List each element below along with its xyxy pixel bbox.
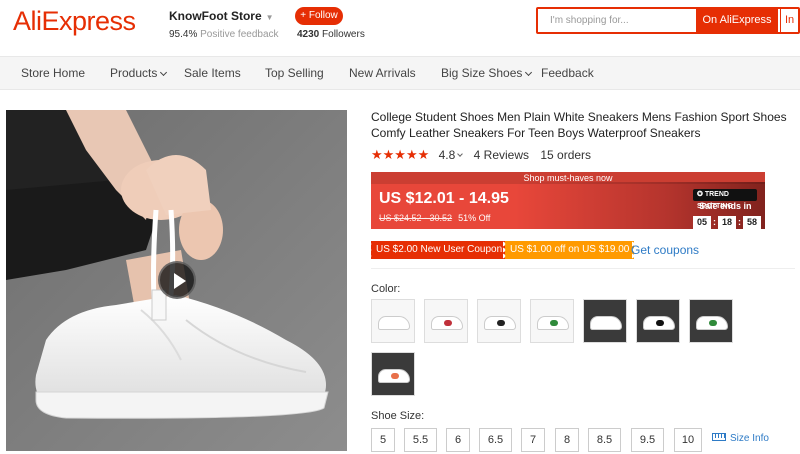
shoe-thumbnail — [696, 316, 728, 330]
original-price-text: US $24.52 - 30.52 — [379, 213, 453, 223]
search-in-store-button[interactable]: In — [780, 9, 798, 32]
shoe-thumbnail — [378, 316, 410, 330]
accent-mark — [550, 320, 558, 326]
store-header: AliExpress KnowFoot Store ▼ 95.4% Positiv… — [0, 0, 800, 50]
promo-header: Shop must-haves now — [371, 172, 765, 184]
follow-button[interactable]: + Follow — [295, 7, 343, 25]
nav-products-label: Products — [110, 66, 158, 80]
color-label: Color: — [371, 283, 401, 295]
search-aliexpress-button[interactable]: On AliExpress — [696, 9, 778, 32]
timer-separator: : — [738, 217, 741, 227]
color-swatch-white-green[interactable] — [530, 299, 574, 343]
shoe-thumbnail — [431, 316, 463, 330]
get-coupons-link[interactable]: Get coupons — [631, 243, 699, 257]
new-user-coupon[interactable]: US $2.00 New User Coupon — [368, 241, 510, 259]
rating-value[interactable]: 4.8 — [438, 148, 464, 162]
store-coupon[interactable]: US $1.00 off on US $19.00 — [502, 241, 637, 259]
followers-number: 4230 — [297, 29, 320, 40]
size-option[interactable]: 8.5 — [588, 428, 621, 452]
store-feedback: 95.4% Positive feedback — [169, 29, 279, 40]
color-swatch-dark-white[interactable] — [583, 299, 627, 343]
accent-mark — [656, 320, 664, 326]
size-option[interactable]: 6 — [446, 428, 470, 452]
feedback-label: Positive feedback — [200, 29, 279, 40]
shoe-thumbnail — [537, 316, 569, 330]
followers-label: Followers — [322, 29, 365, 40]
chevron-down-icon — [525, 68, 533, 77]
rating-row: ★★★★★ 4.8 4 Reviews 15 orders — [371, 147, 591, 163]
nav-big-size-label: Big Size Shoes — [441, 66, 523, 80]
shoe-thumbnail — [643, 316, 675, 330]
chevron-down-icon — [457, 151, 464, 157]
followers-count: 4230 Followers — [297, 29, 365, 40]
promo-banner[interactable]: Shop must-haves now US $12.01 - 14.95 US… — [371, 172, 765, 229]
trend-icon: ✪ — [697, 191, 703, 198]
shoe-size-label: Shoe Size: — [371, 410, 425, 422]
ruler-icon — [712, 433, 726, 441]
store-nav: Store Home Products Sale Items Top Selli… — [0, 56, 800, 90]
size-option[interactable]: 6.5 — [479, 428, 512, 452]
product-title: College Student Shoes Men Plain White Sn… — [371, 110, 787, 140]
aliexpress-logo[interactable]: AliExpress — [13, 6, 136, 37]
nav-store-home[interactable]: Store Home — [21, 66, 85, 80]
divider — [371, 268, 795, 269]
timer-seconds: 58 — [743, 216, 761, 229]
trend-spotting-tag: ✪ TREND SPOTTING — [693, 189, 757, 210]
nav-new-arrivals[interactable]: New Arrivals — [349, 66, 416, 80]
timer-minutes: 18 — [718, 216, 736, 229]
size-info-link[interactable]: Size Info — [712, 433, 769, 444]
play-video-button[interactable] — [158, 261, 196, 299]
reviews-link[interactable]: 4 Reviews — [474, 148, 529, 162]
size-option[interactable]: 10 — [674, 428, 702, 452]
chevron-down-icon: ▼ — [265, 13, 274, 22]
sale-ends-label: Sale ends in — [699, 201, 752, 211]
discount-badge: 51% Off — [458, 213, 491, 223]
original-price: US $24.52 - 30.52 51% Off — [379, 213, 490, 223]
color-swatch-white-red[interactable] — [424, 299, 468, 343]
store-name-text: KnowFoot Store — [169, 9, 262, 23]
nav-big-size-shoes[interactable]: Big Size Shoes — [441, 66, 533, 80]
timer-hours: 05 — [693, 216, 711, 229]
color-swatch-white-black[interactable] — [477, 299, 521, 343]
orders-count: 15 orders — [540, 148, 592, 162]
shoe-thumbnail — [590, 316, 622, 330]
store-name[interactable]: KnowFoot Store ▼ — [169, 9, 274, 23]
countdown-timer: 05:18:58 — [693, 212, 761, 229]
size-option[interactable]: 8 — [555, 428, 579, 452]
rating-value-text: 4.8 — [438, 148, 456, 162]
accent-mark — [444, 320, 452, 326]
size-option[interactable]: 7 — [521, 428, 545, 452]
accent-mark — [497, 320, 505, 326]
color-swatch-dark-green[interactable] — [689, 299, 733, 343]
nav-top-selling[interactable]: Top Selling — [265, 66, 324, 80]
shoe-thumbnail — [378, 369, 410, 383]
size-option[interactable]: 5 — [371, 428, 395, 452]
search-input[interactable] — [538, 9, 696, 32]
rating-stars: ★★★★★ — [371, 147, 430, 162]
timer-separator: : — [713, 217, 716, 227]
size-option[interactable]: 9.5 — [631, 428, 664, 452]
chevron-down-icon — [160, 68, 168, 77]
color-swatch-dark-black[interactable] — [636, 299, 680, 343]
nav-products[interactable]: Products — [110, 66, 168, 80]
shoe-thumbnail — [484, 316, 516, 330]
size-option[interactable]: 5.5 — [404, 428, 437, 452]
color-swatch-dark-orange[interactable] — [371, 352, 415, 396]
nav-sale-items[interactable]: Sale Items — [184, 66, 241, 80]
color-swatch-white[interactable] — [371, 299, 415, 343]
accent-mark — [391, 373, 399, 379]
price: US $12.01 - 14.95 — [379, 190, 509, 207]
nav-feedback[interactable]: Feedback — [541, 66, 594, 80]
size-info-label: Size Info — [730, 433, 769, 444]
search-bar: On AliExpress In — [536, 7, 800, 34]
product-image[interactable] — [6, 110, 347, 451]
feedback-value: 95.4% — [169, 29, 198, 40]
accent-mark — [709, 320, 717, 326]
